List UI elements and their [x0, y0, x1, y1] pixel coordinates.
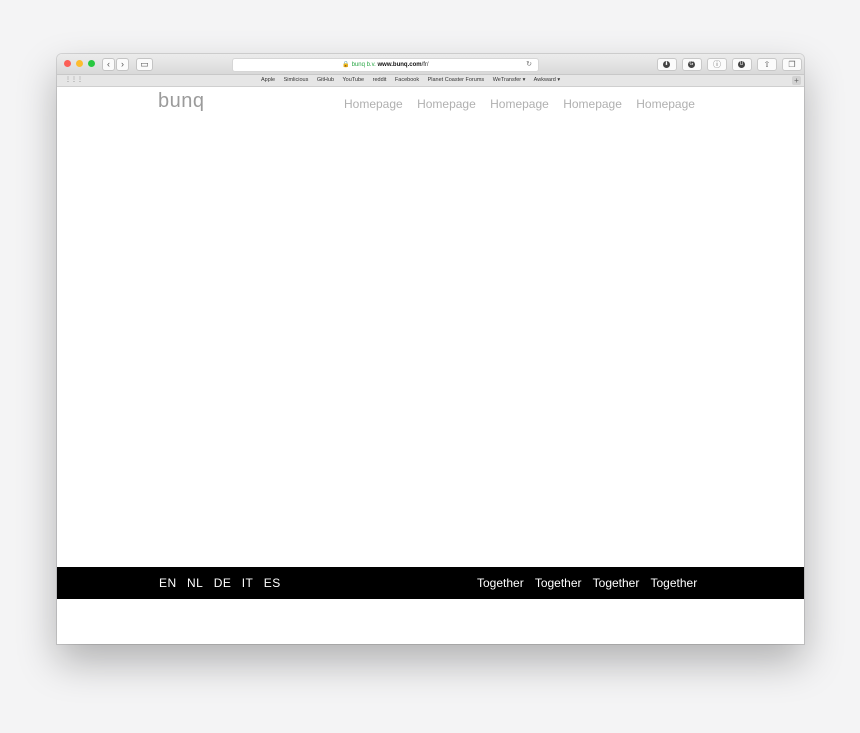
nav-item-homepage[interactable]: Homepage: [344, 97, 403, 111]
share-icon: ⇧: [763, 60, 771, 69]
bookmark-item[interactable]: reddit: [373, 77, 387, 83]
footer-link-together[interactable]: Together: [477, 576, 524, 590]
lock-icon: 🔒: [342, 62, 350, 68]
language-de[interactable]: DE: [214, 576, 232, 590]
browser-window: ‹ › ▭ 🔒 bunq b.v. www.bunq.com/fr/ ↻ ⬇ G…: [57, 54, 804, 644]
footer-link-together[interactable]: Together: [650, 576, 697, 590]
tabs-overview-button[interactable]: ❐: [782, 58, 802, 71]
extension-icon: ⬇: [663, 61, 670, 68]
bookmark-list: Apple Simlicious GitHub YouTube reddit F…: [261, 75, 567, 86]
adblock-icon: U: [738, 61, 745, 68]
footer-link-together[interactable]: Together: [535, 576, 582, 590]
grammarly-button[interactable]: G: [682, 58, 702, 71]
bookmark-item[interactable]: Awkward ▾: [534, 77, 561, 83]
nav-item-homepage[interactable]: Homepage: [417, 97, 476, 111]
footer: EN NL DE IT ES Together Together Togethe…: [57, 567, 804, 599]
bookmark-item[interactable]: Apple: [261, 77, 275, 83]
grammarly-icon: G: [688, 61, 695, 68]
share-button[interactable]: ⇧: [757, 58, 777, 71]
extension-button[interactable]: ⬇: [657, 58, 677, 71]
language-it[interactable]: IT: [242, 576, 254, 590]
back-button[interactable]: ‹: [102, 58, 115, 71]
footer-link-together[interactable]: Together: [593, 576, 640, 590]
secure-label: bunq b.v.: [351, 62, 376, 68]
bookmark-item[interactable]: Facebook: [395, 77, 419, 83]
info-icon: ⓘ: [713, 60, 721, 69]
nav-item-homepage[interactable]: Homepage: [563, 97, 622, 111]
bunq-logo[interactable]: bunq: [158, 90, 205, 113]
grid-icon[interactable]: ⋮⋮⋮: [65, 77, 83, 83]
bookmarks-bar: ⋮⋮⋮ Apple Simlicious GitHub YouTube redd…: [57, 75, 804, 87]
bookmark-item[interactable]: WeTransfer ▾: [493, 77, 526, 83]
reload-icon[interactable]: ↻: [526, 59, 532, 71]
address-bar[interactable]: 🔒 bunq b.v. www.bunq.com/fr/ ↻: [232, 58, 539, 72]
sidebar-toggle-button[interactable]: ▭: [136, 58, 153, 71]
bookmark-item[interactable]: YouTube: [342, 77, 364, 83]
bookmark-item[interactable]: GitHub: [317, 77, 334, 83]
language-nl[interactable]: NL: [187, 576, 203, 590]
address-domain: www.bunq.com: [377, 62, 422, 68]
nav-item-homepage[interactable]: Homepage: [636, 97, 695, 111]
zoom-window-button[interactable]: [88, 60, 95, 67]
adblock-button[interactable]: U: [732, 58, 752, 71]
bookmark-item[interactable]: Simlicious: [284, 77, 309, 83]
close-window-button[interactable]: [64, 60, 71, 67]
language-switcher: EN NL DE IT ES: [159, 576, 288, 590]
language-en[interactable]: EN: [159, 576, 177, 590]
minimize-window-button[interactable]: [76, 60, 83, 67]
language-es[interactable]: ES: [264, 576, 281, 590]
footer-links: Together Together Together Together: [477, 576, 705, 590]
main-nav: Homepage Homepage Homepage Homepage Home…: [344, 97, 706, 111]
title-bar: ‹ › ▭ 🔒 bunq b.v. www.bunq.com/fr/ ↻ ⬇ G…: [57, 54, 804, 75]
nav-item-homepage[interactable]: Homepage: [490, 97, 549, 111]
bookmark-item[interactable]: Planet Coaster Forums: [428, 77, 485, 83]
new-tab-button[interactable]: +: [792, 76, 801, 85]
address-path: /fr/: [421, 62, 429, 68]
tabs-icon: ❐: [788, 60, 796, 69]
forward-button[interactable]: ›: [116, 58, 129, 71]
info-button[interactable]: ⓘ: [707, 58, 727, 71]
